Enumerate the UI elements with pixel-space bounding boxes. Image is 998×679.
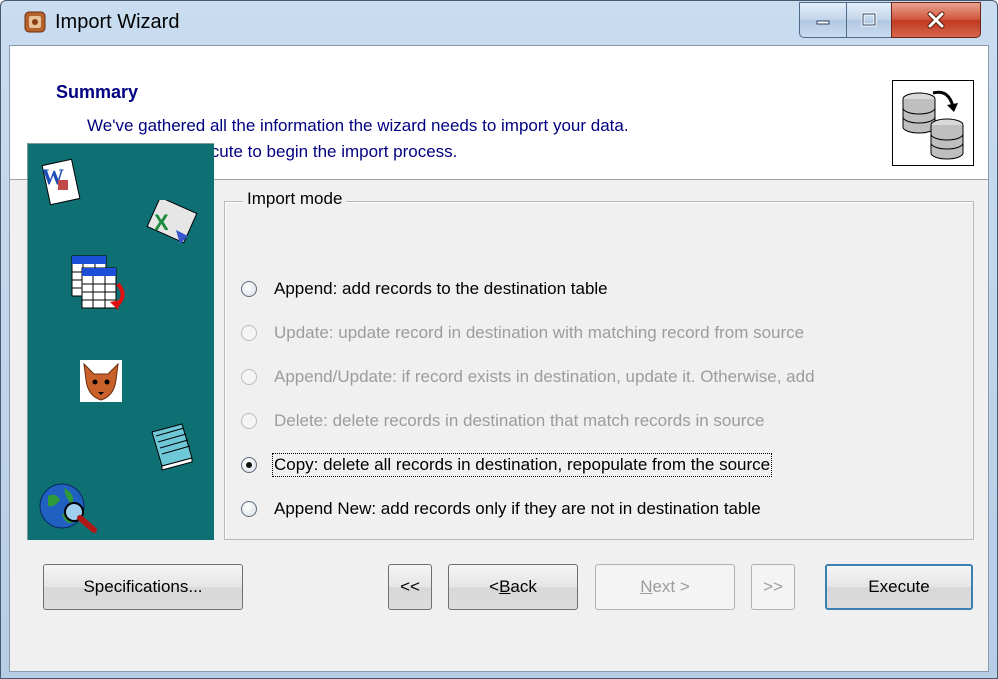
first-page-button[interactable]: << (388, 564, 432, 610)
radio-delete[interactable]: Delete: delete records in destination th… (241, 409, 764, 433)
word-document-icon: W (41, 158, 81, 206)
radio-copy[interactable]: Copy: delete all records in destination,… (241, 453, 773, 477)
window-title: Import Wizard (55, 11, 180, 33)
header-description-line-1: We've gathered all the information the w… (87, 116, 629, 135)
radio-button[interactable] (241, 325, 257, 341)
radio-label[interactable]: Update: update record in destination wit… (274, 323, 804, 343)
close-icon (927, 11, 945, 29)
radio-append-new[interactable]: Append New: add records only if they are… (241, 497, 761, 521)
radio-label[interactable]: Append/Update: if record exists in desti… (274, 367, 815, 387)
specifications-button[interactable]: Specifications... (43, 564, 243, 610)
radio-append[interactable]: Append: add records to the destination t… (241, 277, 608, 301)
foxpro-icon (80, 360, 122, 402)
back-label-prefix: < (489, 577, 500, 596)
close-button[interactable] (891, 2, 981, 38)
next-label-rest: ext > (652, 577, 690, 596)
maximize-icon (861, 12, 877, 27)
execute-button[interactable]: Execute (825, 564, 973, 610)
radio-label[interactable]: Delete: delete records in destination th… (274, 411, 764, 431)
radio-button[interactable] (241, 501, 257, 517)
maximize-button[interactable] (846, 2, 892, 38)
radio-button-selected[interactable] (241, 457, 257, 473)
next-label-mnemonic: N (640, 577, 653, 596)
radio-label[interactable]: Copy: delete all records in destination,… (271, 453, 773, 477)
import-mode-label: Import mode (243, 189, 347, 209)
header-title: Summary (56, 82, 139, 102)
radio-button[interactable] (241, 413, 257, 429)
minimize-icon (816, 20, 830, 25)
title-bar[interactable]: Import Wizard (1, 1, 997, 45)
back-label-mnemonic: B (499, 577, 511, 596)
radio-update[interactable]: Update: update record in destination wit… (241, 321, 804, 345)
radio-label[interactable]: Append New: add records only if they are… (274, 499, 761, 519)
notepad-icon (151, 423, 193, 471)
next-button[interactable]: Next > (595, 564, 735, 610)
last-page-button[interactable]: >> (751, 564, 795, 610)
excel-spreadsheet-icon: X (146, 200, 198, 244)
svg-text:X: X (154, 210, 169, 235)
import-wizard-window: Import Wizard Summary We've gathered all… (0, 0, 998, 679)
back-label-rest: ack (510, 577, 537, 596)
table-import-icon (71, 255, 125, 310)
globe-search-icon (39, 483, 97, 533)
minimize-button[interactable] (799, 2, 847, 38)
radio-label[interactable]: Append: add records to the destination t… (274, 279, 608, 299)
back-button[interactable]: < Back (448, 564, 578, 610)
radio-button[interactable] (241, 369, 257, 385)
radio-button[interactable] (241, 281, 257, 297)
import-wizard-app-icon (24, 11, 46, 33)
radio-append-update[interactable]: Append/Update: if record exists in desti… (241, 365, 815, 389)
wizard-side-panel: W X (27, 143, 214, 540)
database-import-icon (892, 80, 974, 166)
